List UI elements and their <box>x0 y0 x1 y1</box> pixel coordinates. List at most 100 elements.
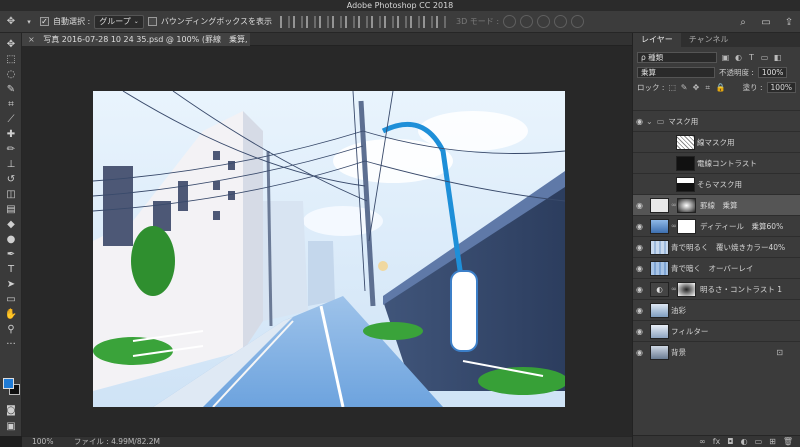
tab-channels[interactable]: チャンネル <box>681 33 737 47</box>
search-icon[interactable]: ⌕ <box>736 15 750 29</box>
layer-style-icon[interactable]: fx <box>713 437 721 446</box>
link-layers-icon[interactable]: ∞ <box>699 437 706 446</box>
share-icon[interactable]: ⇪ <box>782 15 796 29</box>
align-horizontal-centers-icon[interactable] <box>332 15 343 28</box>
blend-mode-dropdown[interactable]: 乗算 <box>637 67 715 78</box>
eyedropper-tool-icon[interactable]: ⟋ <box>0 112 22 127</box>
quick-mask-icon[interactable]: ◙ <box>0 403 22 418</box>
marquee-tool-icon[interactable]: ⬚ <box>0 52 22 67</box>
link-icon[interactable]: ∞ <box>671 201 677 209</box>
eye-icon[interactable]: ◉ <box>633 264 646 273</box>
align-bottom-edges-icon[interactable] <box>306 15 317 28</box>
layer-name[interactable]: 青で暗く オーバーレイ <box>671 263 753 274</box>
layer-kind-filter[interactable]: ρ 種類 <box>637 52 717 63</box>
layer-name[interactable]: 線マスク用 <box>697 137 735 148</box>
eye-icon[interactable]: ◉ <box>633 117 646 126</box>
layer-name[interactable]: 背景 <box>671 347 686 358</box>
layer-row[interactable]: ◉ ∞ ディティール 乗算60% <box>633 215 800 236</box>
quick-select-tool-icon[interactable]: ✎ <box>0 82 22 97</box>
eye-icon[interactable]: ◉ <box>633 201 646 210</box>
distribute-bottom-icon[interactable] <box>384 15 395 28</box>
screen-mode-icon[interactable]: ▣ <box>0 419 22 434</box>
distribute-top-icon[interactable] <box>358 15 369 28</box>
scale-3d-icon[interactable] <box>571 15 585 28</box>
eraser-tool-icon[interactable]: ◫ <box>0 187 22 202</box>
distribute-left-icon[interactable] <box>397 15 408 28</box>
slide-3d-icon[interactable] <box>554 15 568 28</box>
tool-preset-chevron-icon[interactable]: ▾ <box>22 15 36 29</box>
type-tool-icon[interactable]: T <box>0 262 22 277</box>
opacity-field[interactable]: 100% <box>757 67 788 78</box>
auto-align-icon[interactable] <box>436 15 447 28</box>
layer-name[interactable]: ディティール 乗算60% <box>700 221 783 232</box>
bounding-box-checkbox[interactable] <box>147 17 157 26</box>
foreground-color-swatch[interactable] <box>3 378 14 389</box>
history-brush-tool-icon[interactable]: ↺ <box>0 172 22 187</box>
layer-mask-thumbnail[interactable] <box>677 281 696 297</box>
filter-shape-icon[interactable]: ▭ <box>760 53 769 62</box>
close-icon[interactable]: × <box>28 35 35 44</box>
layer-row[interactable]: ◉ 青で暗く オーバーレイ <box>633 257 800 278</box>
eye-icon[interactable]: ◉ <box>633 348 646 357</box>
new-layer-icon[interactable]: ⊞ <box>769 437 776 446</box>
dodge-tool-icon[interactable]: ● <box>0 232 22 247</box>
distribute-hcenter-icon[interactable] <box>410 15 421 28</box>
auto-select-mode-dropdown[interactable]: グループ ⌄ <box>94 14 144 29</box>
clone-stamp-tool-icon[interactable]: ⊥ <box>0 157 22 172</box>
eye-icon[interactable]: ◉ <box>633 222 646 231</box>
layer-mask-thumbnail[interactable] <box>677 218 696 234</box>
distribute-center-icon[interactable] <box>371 15 382 28</box>
layer-row[interactable]: ◉ 油彩 <box>633 299 800 320</box>
move-tool-icon[interactable]: ✥ <box>4 15 18 29</box>
hand-tool-icon[interactable]: ✋ <box>0 307 22 322</box>
eye-icon[interactable]: ◉ <box>633 285 646 294</box>
lasso-tool-icon[interactable]: ◌ <box>0 67 22 82</box>
orbit-3d-icon[interactable] <box>503 15 517 28</box>
color-swatches[interactable] <box>3 378 21 396</box>
eye-icon[interactable]: ◉ <box>633 327 646 336</box>
gradient-tool-icon[interactable]: ▤ <box>0 202 22 217</box>
lock-artboard-icon[interactable]: ⌗ <box>704 83 712 92</box>
chevron-down-icon[interactable]: ⌄ <box>646 117 653 126</box>
more-tools-icon[interactable]: ··· <box>0 337 22 352</box>
layer-name[interactable]: そらマスク用 <box>697 179 742 190</box>
shape-tool-icon[interactable]: ▭ <box>0 292 22 307</box>
tab-layers[interactable]: レイヤー <box>633 33 681 47</box>
layer-row[interactable]: ◉ フィルター <box>633 320 800 341</box>
layer-name[interactable]: 油彩 <box>671 305 686 316</box>
distribute-right-icon[interactable] <box>423 15 434 28</box>
pan-3d-icon[interactable] <box>537 15 551 28</box>
add-mask-icon[interactable]: ◘ <box>727 437 733 446</box>
layer-name[interactable]: フィルター <box>671 326 708 337</box>
new-group-icon[interactable]: ▭ <box>755 437 763 446</box>
filter-type-icon[interactable]: T <box>747 53 756 62</box>
link-icon[interactable]: ∞ <box>671 222 677 230</box>
eye-icon[interactable]: ◉ <box>633 243 646 252</box>
filter-pixel-icon[interactable]: ▣ <box>721 53 730 62</box>
eye-icon[interactable]: ◉ <box>633 306 646 315</box>
pen-tool-icon[interactable]: ✒ <box>0 247 22 262</box>
link-icon[interactable]: ∞ <box>671 285 677 293</box>
crop-tool-icon[interactable]: ⌗ <box>0 97 22 112</box>
zoom-tool-icon[interactable]: ⚲ <box>0 322 22 337</box>
align-right-edges-icon[interactable] <box>345 15 356 28</box>
lock-all-icon[interactable]: 🔒 <box>716 83 726 92</box>
roll-3d-icon[interactable] <box>520 15 534 28</box>
align-vertical-centers-icon[interactable] <box>293 15 304 28</box>
align-left-edges-icon[interactable] <box>319 15 330 28</box>
layer-name[interactable]: 青で明るく 覆い焼きカラー40% <box>671 242 785 253</box>
document-canvas[interactable] <box>93 91 565 407</box>
layer-name[interactable]: 罫線 乗算 <box>700 200 738 211</box>
brush-tool-icon[interactable]: ✏ <box>0 142 22 157</box>
layer-name[interactable]: 電線コントラスト <box>697 158 757 169</box>
lock-pixels-icon[interactable]: ✎ <box>680 83 688 92</box>
layer-row[interactable]: ◉ 青で明るく 覆い焼きカラー40% <box>633 236 800 257</box>
auto-select-checkbox[interactable]: ✓ <box>40 17 49 26</box>
filter-adjustment-icon[interactable]: ◐ <box>734 53 743 62</box>
layer-row[interactable]: ◉ 背景 ⊡ <box>633 341 800 362</box>
align-top-edges-icon[interactable] <box>280 15 291 28</box>
layer-name[interactable]: 明るさ・コントラスト 1 <box>700 284 782 295</box>
layer-mask-thumbnail[interactable] <box>677 197 696 213</box>
layer-name[interactable]: マスク用 <box>668 116 698 127</box>
lock-position-icon[interactable]: ✥ <box>692 83 700 92</box>
